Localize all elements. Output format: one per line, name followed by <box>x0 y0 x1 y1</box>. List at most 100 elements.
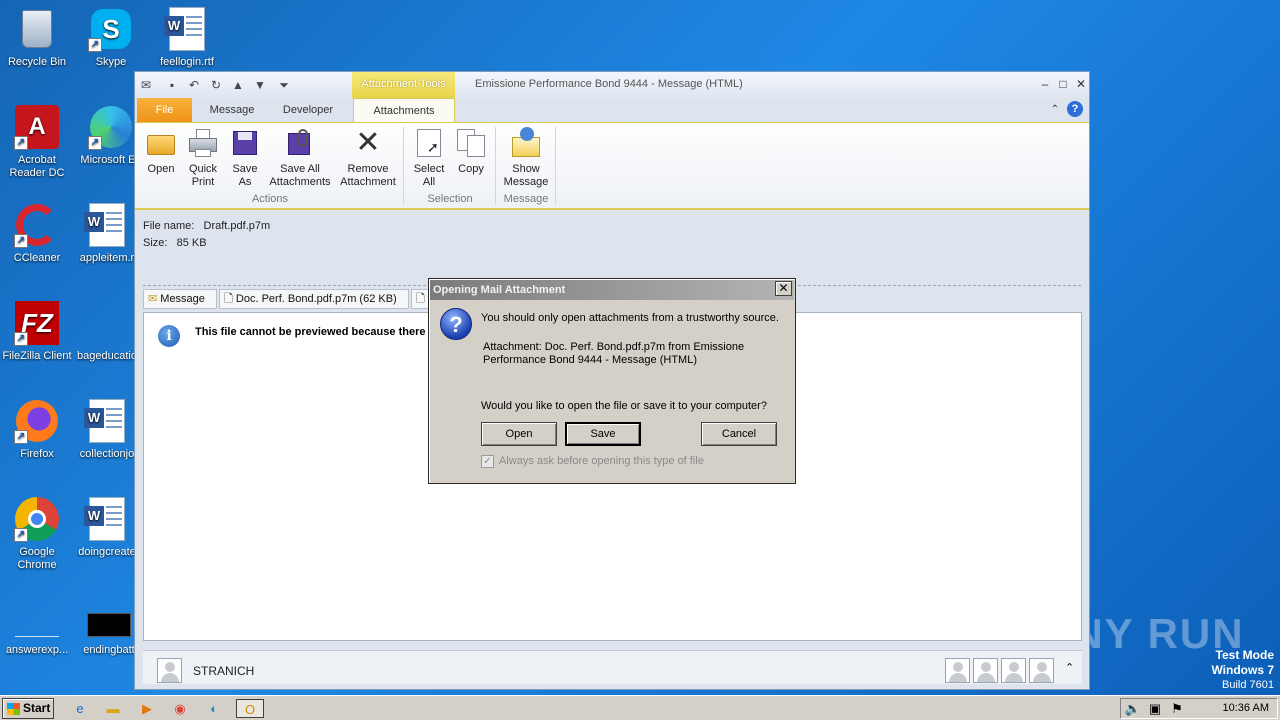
outlook-taskbar-icon[interactable]: O <box>236 699 264 718</box>
desktop-icon-filezilla[interactable]: FZ ↗ FileZilla Client <box>0 300 74 363</box>
undo-icon[interactable]: ↶ <box>187 78 201 92</box>
start-button[interactable]: Start <box>2 698 54 719</box>
dialog-warning-text: You should only open attachments from a … <box>481 312 779 324</box>
tab-file[interactable]: File <box>137 98 192 122</box>
desktop-icon-label: Firefox <box>20 448 54 460</box>
desktop-icon-feellogin[interactable]: W feellogin.rtf <box>150 6 224 69</box>
customize-toolbar-icon[interactable]: ⏷ <box>277 78 291 92</box>
always-ask-checkbox[interactable]: ✓ <box>481 455 494 468</box>
open-button[interactable]: Open <box>481 422 557 446</box>
file-name-label: File name: <box>143 220 195 232</box>
desktop-icon-chrome[interactable]: ↗ Google Chrome <box>0 496 74 572</box>
question-icon: ? <box>440 308 472 340</box>
action-center-flag-icon[interactable]: ⚑ <box>1167 699 1187 718</box>
tab-developer[interactable]: Developer <box>275 98 341 122</box>
chrome-icon: ↗ <box>14 496 60 542</box>
desktop-icon-acrobat[interactable]: A ↗ Acrobat Reader DC <box>0 104 74 180</box>
file-size-value: 85 KB <box>176 237 207 249</box>
recipient-avatar[interactable] <box>1029 658 1054 683</box>
select-all-icon: ➚ <box>413 127 445 159</box>
skype-icon: S ↗ <box>88 6 134 52</box>
save-as-icon <box>229 127 261 159</box>
dialog-attachment-line2: Performance Bond 9444 - Message (HTML) <box>483 354 697 366</box>
attachment-tab-doc[interactable]: 🗋 Doc. Perf. Bond.pdf.p7m (62 KB) <box>219 289 409 309</box>
group-label-message: Message <box>503 193 549 205</box>
desktop-icon-label: feellogin.rtf <box>160 56 214 68</box>
sender-name[interactable]: STRANICH <box>193 664 254 678</box>
desktop-icon-label: collectionjo <box>79 448 135 460</box>
filezilla-icon: FZ ↗ <box>14 300 60 346</box>
desktop-icon-label: CCleaner <box>13 252 61 264</box>
help-icon[interactable]: ? <box>1067 101 1083 117</box>
dialog-question: Would you like to open the file or save … <box>481 400 767 412</box>
desktop-icon-collectionjo[interactable]: W collectionjo <box>70 398 144 461</box>
shortcut-arrow-icon: ↗ <box>88 136 102 150</box>
shortcut-arrow-icon: ↗ <box>88 38 102 52</box>
word-document-icon: W <box>84 398 130 444</box>
remove-attachment-button[interactable]: ✕ Remove Attachment <box>335 127 401 189</box>
quick-print-button[interactable]: Quick Print <box>185 127 221 189</box>
sender-avatar[interactable] <box>157 658 182 683</box>
file-name-value: Draft.pdf.p7m <box>203 220 271 232</box>
desktop-icon-ccleaner[interactable]: ↗ CCleaner <box>0 202 74 265</box>
save-as-button[interactable]: Save As <box>227 127 263 189</box>
shortcut-arrow-icon: ↗ <box>14 136 28 150</box>
maximize-icon[interactable]: □ <box>1055 76 1071 92</box>
tab-attachments[interactable]: Attachments <box>353 98 455 122</box>
desktop-icon-appleitem[interactable]: W appleitem.r <box>70 202 144 265</box>
taskbar: Start e ▬ ▶ ◉ ◐ O 🔈 ▣ ⚑ 10:36 AM <box>0 695 1280 720</box>
expand-people-pane-icon[interactable]: ⌃ <box>1065 661 1074 674</box>
test-mode-line: Windows 7 <box>1211 663 1274 677</box>
previous-item-icon[interactable]: ▲ <box>231 78 245 92</box>
desktop-icon-firefox[interactable]: ↗ Firefox <box>0 398 74 461</box>
desktop-icon-label: Acrobat Reader DC <box>9 154 65 179</box>
minimize-icon[interactable]: – <box>1037 76 1053 92</box>
desktop-icon-skype[interactable]: S ↗ Skype <box>74 6 148 69</box>
printer-icon <box>187 127 219 159</box>
open-button[interactable]: Open <box>143 127 179 176</box>
recipient-avatar[interactable] <box>1001 658 1026 683</box>
media-player-icon[interactable]: ▶ <box>137 699 157 718</box>
attachment-tab-label: Message <box>160 293 205 305</box>
next-item-icon[interactable]: ▼ <box>253 78 267 92</box>
info-icon: i <box>158 325 180 347</box>
group-label-actions: Actions <box>251 193 289 205</box>
attachment-file-info: File name: Draft.pdf.p7m Size: 85 KB <box>143 218 270 252</box>
chrome-taskbar-icon[interactable]: ◉ <box>170 699 190 718</box>
show-message-button[interactable]: Show Message <box>501 127 551 189</box>
recipient-avatar[interactable] <box>973 658 998 683</box>
save-button[interactable]: Save <box>565 422 641 446</box>
window-title: Emissione Performance Bond 9444 - Messag… <box>475 78 743 90</box>
tab-message[interactable]: Message <box>199 98 265 122</box>
save-icon[interactable]: ▪ <box>165 78 179 92</box>
internet-explorer-icon[interactable]: e <box>70 699 90 718</box>
desktop-icon-label: Skype <box>95 56 127 68</box>
copy-button[interactable]: Copy <box>451 127 491 176</box>
edge-taskbar-icon[interactable]: ◐ <box>204 699 224 718</box>
dialog-close-button[interactable]: ✕ <box>775 281 792 296</box>
file-explorer-icon[interactable]: ▬ <box>103 699 123 718</box>
save-all-attachments-button[interactable]: Save All Attachments <box>267 127 333 189</box>
start-label: Start <box>23 701 51 715</box>
desktop-icon-doingcreate[interactable]: W doingcreate <box>70 496 144 559</box>
attachment-tab-next[interactable]: 🗋 <box>411 289 429 309</box>
save-all-attachments-icon <box>284 127 316 159</box>
recipient-avatar[interactable] <box>945 658 970 683</box>
cancel-button[interactable]: Cancel <box>701 422 777 446</box>
volume-icon[interactable]: 🔈 <box>1123 699 1143 718</box>
ribbon-label: Save All Attachments <box>269 163 331 188</box>
test-mode-line: Build 7601 <box>1222 679 1274 691</box>
collapse-ribbon-icon[interactable]: ⌃ <box>1047 102 1063 118</box>
ribbon-label: Save As <box>232 163 258 188</box>
close-icon[interactable]: ✕ <box>1073 76 1089 92</box>
desktop-icon-answerexp[interactable]: answerexp... <box>0 594 74 657</box>
clock[interactable]: 10:36 AM <box>1223 702 1269 714</box>
redo-icon[interactable]: ↻ <box>209 78 223 92</box>
desktop-icon-bageducation[interactable]: bageducatio <box>70 300 144 363</box>
desktop-icon-recycle-bin[interactable]: Recycle Bin <box>0 6 74 69</box>
windows-logo-icon <box>7 703 20 715</box>
select-all-button[interactable]: ➚ Select All <box>409 127 449 189</box>
shortcut-arrow-icon: ↗ <box>14 430 28 444</box>
attachment-tab-message[interactable]: ✉ Message <box>143 289 217 309</box>
network-icon[interactable]: ▣ <box>1145 699 1165 718</box>
